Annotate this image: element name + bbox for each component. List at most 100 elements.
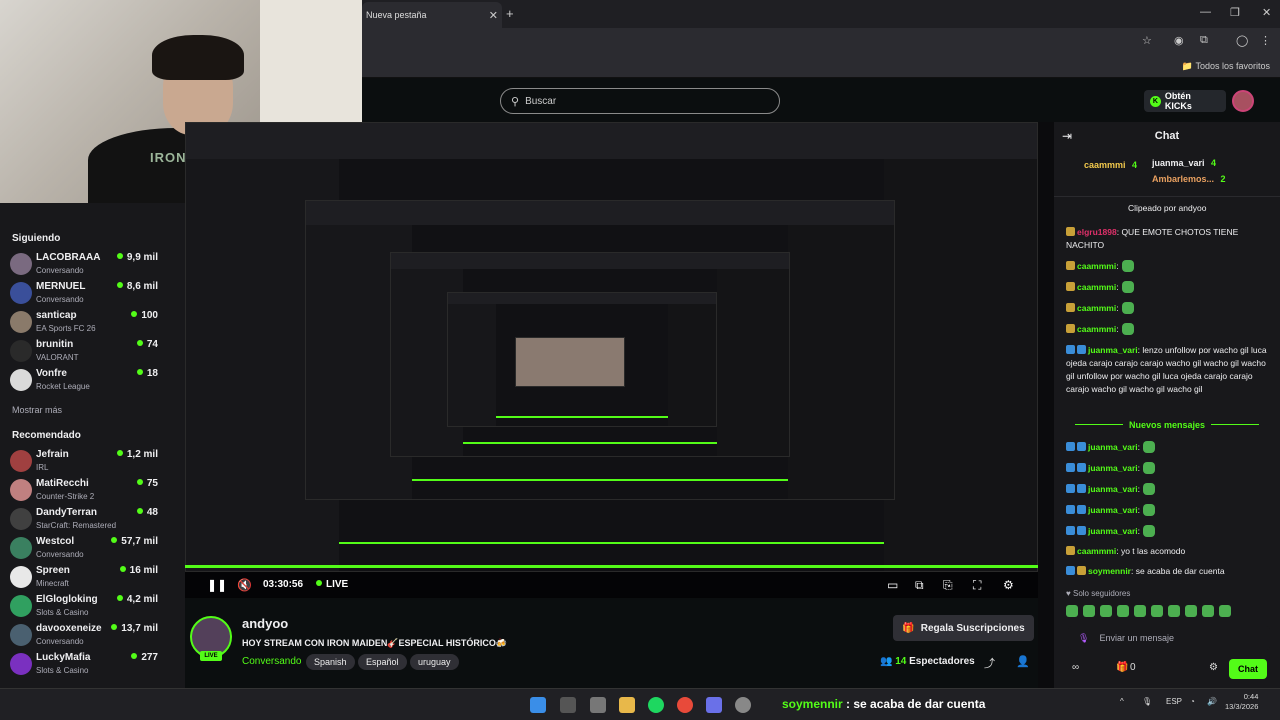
pip-icon[interactable]: ⧉ (915, 578, 924, 593)
discord-icon[interactable] (706, 697, 722, 713)
chat-username[interactable]: caammmi (1077, 303, 1116, 313)
sidebar-item[interactable]: Vonfre Rocket League 18 (10, 366, 180, 394)
tag[interactable]: uruguay (410, 654, 459, 670)
sidebar-item[interactable]: LuckyMafia Slots & Casino 277 (10, 650, 180, 678)
tag[interactable]: Spanish (306, 654, 355, 670)
pause-icon[interactable]: ❚❚ (207, 578, 227, 592)
send-chat-button[interactable]: Chat (1229, 659, 1267, 679)
emote-icon[interactable] (1202, 605, 1214, 617)
emote-icon[interactable] (1100, 605, 1112, 617)
sidebar-item[interactable]: LACOBRAAA Conversando 9,9 mil (10, 250, 180, 278)
chat-username[interactable]: juanma_vari (1088, 484, 1138, 494)
mic-icon[interactable]: 🎙 (1078, 633, 1089, 644)
emote-icon[interactable] (1151, 605, 1163, 617)
chat-username[interactable]: juanma_vari (1088, 505, 1138, 515)
gift-subs-button[interactable]: 🎁 Regala Suscripciones (893, 615, 1034, 641)
chat-input[interactable]: 🎙 Enviar un mensaje (1068, 626, 1270, 650)
chat-username[interactable]: juanma_vari (1088, 345, 1138, 355)
sidebar-item[interactable]: DandyTerran StarCraft: Remastered 48 (10, 505, 180, 533)
stream-category[interactable]: Conversando (242, 656, 301, 667)
emote-icon[interactable] (1134, 605, 1146, 617)
language-indicator[interactable]: ESP (1166, 697, 1182, 706)
recursive-frame-core (515, 337, 625, 387)
chrome-icon[interactable] (677, 697, 693, 713)
sidebar-item[interactable]: MatiRecchi Counter-Strike 2 75 (10, 476, 180, 504)
streamer-name[interactable]: andyoo (242, 616, 288, 631)
share-icon[interactable]: ⤴ (984, 655, 995, 671)
emote-icon[interactable] (1083, 605, 1095, 617)
follow-icon[interactable]: 👤 (1016, 655, 1030, 668)
emote-icon (1121, 323, 1134, 335)
chat-username[interactable]: soymennir (1088, 566, 1131, 576)
gifter[interactable]: caammmi 4 (1084, 160, 1137, 170)
chat-username[interactable]: caammmi (1077, 546, 1116, 556)
mute-icon[interactable]: 🔇 (237, 578, 252, 592)
gifter[interactable]: juanma_vari 4 (1152, 158, 1216, 168)
search-icon[interactable] (560, 697, 576, 713)
gifter[interactable]: Ambarlemos... 2 (1152, 174, 1226, 184)
video-player[interactable] (185, 122, 1038, 597)
obs-icon[interactable] (735, 697, 751, 713)
extension-icon[interactable]: ◉ (1174, 34, 1184, 47)
chat-username[interactable]: juanma_vari (1088, 463, 1138, 473)
clock[interactable]: 0:44 13/3/2026 (1225, 692, 1258, 712)
address-bar[interactable]: ☆ ◉ ⧉ ◯ ⋮ (362, 28, 1280, 56)
mic-tray-icon[interactable]: 🎙 (1142, 697, 1152, 706)
chat-username[interactable]: caammmi (1077, 261, 1116, 271)
close-window-icon[interactable]: ✕ (1262, 6, 1271, 19)
get-kicks-button[interactable]: K Obtén KICKs (1144, 90, 1226, 112)
start-icon[interactable] (530, 697, 546, 713)
recursive-frame-progress (339, 542, 884, 545)
search-input[interactable]: ⚲ Buscar (500, 88, 780, 114)
folder-icon[interactable] (619, 697, 635, 713)
chat-username[interactable]: caammmi (1077, 282, 1116, 292)
chat-message: juanma_vari: (1066, 483, 1272, 496)
emote-icon[interactable] (1219, 605, 1231, 617)
tag[interactable]: Español (358, 654, 407, 670)
show-more-link[interactable]: Mostrar más (12, 405, 62, 415)
sidebar-item[interactable]: Jefrain IRL 1,2 mil (10, 447, 180, 475)
bookmark-star-icon[interactable]: ☆ (1142, 34, 1152, 47)
close-tab-icon[interactable]: ✕ (489, 9, 498, 22)
emote-icon[interactable] (1066, 605, 1078, 617)
gifter-count: 2 (1220, 174, 1226, 184)
clip-icon[interactable]: ⎘ (943, 578, 953, 593)
gift-icon[interactable]: 🎁 (1116, 662, 1128, 673)
all-bookmarks[interactable]: 📁 Todos los favoritos (1182, 61, 1270, 72)
profile-icon[interactable]: ◯ (1236, 34, 1248, 47)
volume-icon[interactable]: 🔊 (1207, 697, 1217, 706)
spotify-icon[interactable] (648, 697, 664, 713)
theater-icon[interactable]: ▭ (887, 578, 898, 592)
fullscreen-icon[interactable]: ⛶ (973, 578, 981, 593)
chat-username[interactable]: caammmi (1077, 324, 1116, 334)
chat-username[interactable]: juanma_vari (1088, 442, 1138, 452)
settings-icon[interactable]: ⚙ (1003, 578, 1014, 592)
sidebar-item[interactable]: Spreen Minecraft 16 mil (10, 563, 180, 591)
wifi-icon[interactable]: ◔ (1190, 697, 1195, 706)
sidebar-item[interactable]: santicap EA Sports FC 26 100 (10, 308, 180, 336)
viewer-count: 9,9 mil (117, 252, 158, 263)
sidebar-item[interactable]: Westcol Conversando 57,7 mil (10, 534, 180, 562)
points-icon[interactable]: ∞ (1072, 662, 1079, 673)
chat-username[interactable]: elgru1898 (1077, 227, 1117, 237)
screen: Nueva pestaña ✕ + — ❐ ✕ ☆ ◉ ⧉ ◯ ⋮ 📁 Todo… (0, 0, 1280, 720)
emote-icon[interactable] (1168, 605, 1180, 617)
new-tab-icon[interactable]: + (506, 6, 514, 21)
menu-icon[interactable]: ⋮ (1260, 34, 1271, 47)
sidebar-item[interactable]: brunitin VALORANT 74 (10, 337, 180, 365)
stream-progress-bar[interactable] (185, 565, 1038, 568)
sidebar-item[interactable]: ElGlogloking Slots & Casino 4,2 mil (10, 592, 180, 620)
emote-icon[interactable] (1117, 605, 1129, 617)
puzzle-icon[interactable]: ⧉ (1200, 34, 1208, 47)
sidebar-item[interactable]: MERNUEL Conversando 8,6 mil (10, 279, 180, 307)
store-icon[interactable] (590, 697, 606, 713)
sidebar-item[interactable]: davooxeneize Conversando 13,7 mil (10, 621, 180, 649)
maximize-icon[interactable]: ❐ (1230, 6, 1240, 19)
tray-chevron-icon[interactable]: ^ (1120, 697, 1124, 706)
emote-icon[interactable] (1185, 605, 1197, 617)
chat-username[interactable]: juanma_vari (1088, 526, 1138, 536)
minimize-icon[interactable]: — (1200, 6, 1211, 18)
chat-settings-icon[interactable]: ⚙ (1209, 662, 1218, 673)
avatar[interactable] (1232, 90, 1254, 112)
browser-tab[interactable]: Nueva pestaña ✕ (362, 2, 502, 28)
